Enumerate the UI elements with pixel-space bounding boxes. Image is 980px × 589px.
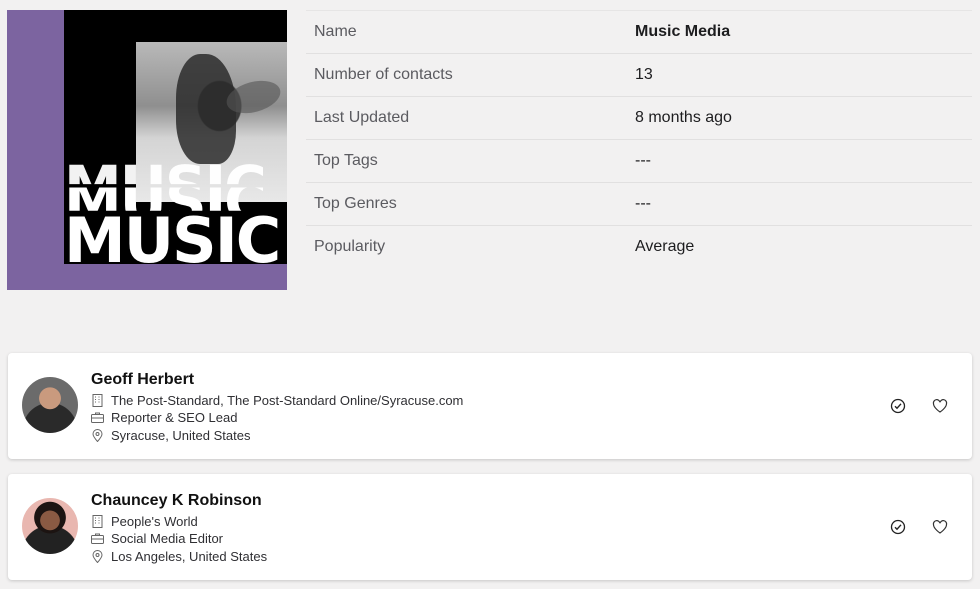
detail-row-popularity: Popularity Average xyxy=(306,225,972,268)
detail-row-contacts: Number of contacts 13 xyxy=(306,53,972,96)
cover-word: MUSIC xyxy=(64,204,281,277)
location-text: Los Angeles, United States xyxy=(111,549,268,564)
detail-row-top-tags: Top Tags --- xyxy=(306,139,972,182)
detail-label: Number of contacts xyxy=(314,66,453,83)
contact-card[interactable]: Chauncey K Robinson People's World Socia… xyxy=(8,474,972,580)
role-text: Social Media Editor xyxy=(111,531,223,546)
check-circle-icon xyxy=(890,398,906,414)
detail-label: Popularity xyxy=(314,238,386,255)
detail-row-last-updated: Last Updated 8 months ago xyxy=(306,96,972,139)
contact-location: Syracuse, United States xyxy=(91,428,250,443)
detail-label: Top Genres xyxy=(314,195,397,212)
building-icon xyxy=(91,394,104,407)
favorite-button[interactable] xyxy=(930,517,950,537)
list-cover-image: MUSIC MUSIC MUSIC xyxy=(7,10,287,290)
detail-value: 8 months ago xyxy=(635,109,732,126)
favorite-button[interactable] xyxy=(930,396,950,416)
heart-icon xyxy=(932,399,948,413)
contact-outlet: People's World xyxy=(91,514,198,529)
contact-card[interactable]: Geoff Herbert The Post-Standard, The Pos… xyxy=(8,353,972,459)
detail-value: --- xyxy=(635,152,651,169)
list-details-table: Name Music Media Number of contacts 13 L… xyxy=(306,10,972,268)
contact-name[interactable]: Chauncey K Robinson xyxy=(91,492,262,510)
role-text: Reporter & SEO Lead xyxy=(111,410,238,425)
detail-value: 13 xyxy=(635,66,653,83)
detail-label: Last Updated xyxy=(314,109,410,126)
heart-icon xyxy=(932,520,948,534)
detail-row-name: Name Music Media xyxy=(306,10,972,53)
map-pin-icon xyxy=(91,550,104,563)
contact-outlet: The Post-Standard, The Post-Standard Onl… xyxy=(91,393,463,408)
detail-value: Average xyxy=(635,238,695,255)
contact-role: Social Media Editor xyxy=(91,531,223,546)
detail-row-top-genres: Top Genres --- xyxy=(306,182,972,225)
location-text: Syracuse, United States xyxy=(111,428,251,443)
verify-button[interactable] xyxy=(888,517,908,537)
building-icon xyxy=(91,515,104,528)
avatar xyxy=(22,377,78,433)
contact-name[interactable]: Geoff Herbert xyxy=(91,371,194,389)
detail-value: --- xyxy=(635,195,651,212)
outlet-text: The Post-Standard, The Post-Standard Onl… xyxy=(111,393,464,408)
verify-button[interactable] xyxy=(888,396,908,416)
detail-label: Top Tags xyxy=(314,152,378,169)
outlet-text: People's World xyxy=(111,514,198,529)
briefcase-icon xyxy=(91,411,104,424)
contact-role: Reporter & SEO Lead xyxy=(91,410,237,425)
contact-location: Los Angeles, United States xyxy=(91,549,267,564)
avatar xyxy=(22,498,78,554)
check-circle-icon xyxy=(890,519,906,535)
detail-value: Music Media xyxy=(635,23,731,40)
detail-label: Name xyxy=(314,23,357,40)
briefcase-icon xyxy=(91,532,104,545)
map-pin-icon xyxy=(91,429,104,442)
